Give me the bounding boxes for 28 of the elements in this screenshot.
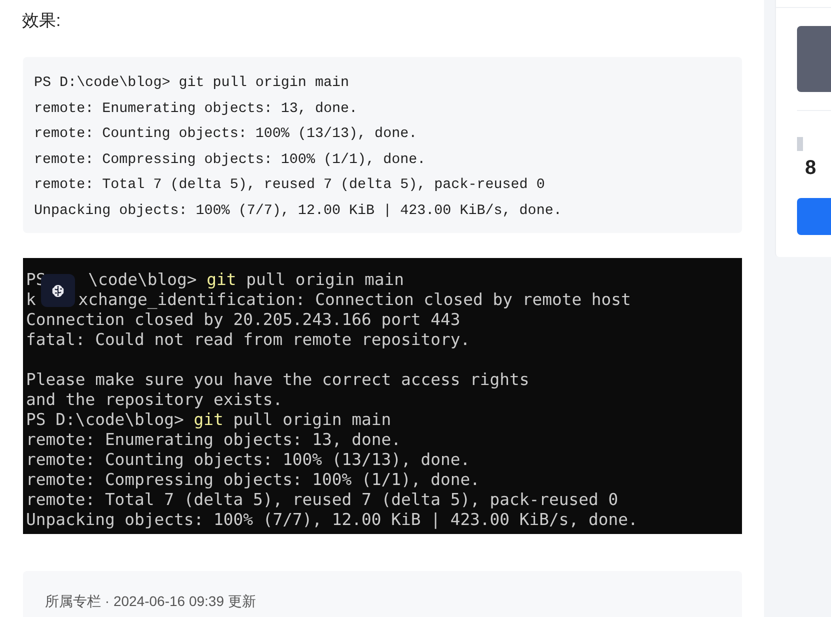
terminal-text: remote: Enumerating objects: 13, done. — [26, 428, 401, 451]
terminal-text: Connection closed by 20.205.243.166 port 443 — [26, 309, 460, 331]
terminal-text: k — [26, 288, 36, 311]
terminal-text: pull origin main — [245, 268, 404, 291]
section-heading: 效果: — [22, 10, 61, 32]
terminal-text: remote: Compressing objects: 100% (1/1), done. — [26, 468, 480, 491]
column-update-info: 所属专栏 · 2024-06-16 09:39 更新 — [45, 593, 256, 609]
terminal-text: Unpacking objects: 100% (7/7), 12.00 KiB | 423.00 KiB/s, done. — [26, 508, 638, 531]
code-line: remote: Total 7 (delta 5), reused 7 (delta 5), pack-reused 0 — [34, 176, 546, 196]
terminal-command: git — [206, 268, 236, 291]
terminal-text: and the repository exists. — [26, 388, 283, 411]
code-line: Unpacking objects: 100% (7/7), 12.00 KiB | 423.00 KiB/s, done. — [34, 202, 563, 221]
terminal-command: git — [194, 408, 224, 431]
stat-label-fragment — [797, 137, 803, 151]
code-line: remote: Counting objects: 100% (13/13), done. — [34, 125, 418, 144]
terminal-text: PS D:\code\blog> — [26, 408, 185, 431]
terminal-text: \code\blog> — [88, 268, 198, 291]
photo-placeholder — [797, 26, 831, 92]
terminal-text: remote: Total 7 (delta 5), reused 7 (delta 5), pack-reused 0 — [26, 488, 618, 511]
stat-value: 8 — [805, 156, 818, 181]
terminal-text: fatal: Could not read from remote repository. — [26, 328, 470, 351]
terminal-text: remote: Counting objects: 100% (13/13), done. — [26, 448, 470, 471]
terminal-text: pull origin main — [232, 408, 392, 431]
code-line: remote: Enumerating objects: 13, done. — [34, 100, 359, 119]
code-line: remote: Compressing objects: 100% (1/1), done. — [34, 150, 427, 170]
code-line: PS D:\code\blog> git pull origin main — [34, 74, 350, 93]
terminal-text: xchange_identification: Connection closed by remote host — [78, 288, 631, 311]
terminal-text: Please make sure you have the correct access rights — [26, 368, 530, 391]
